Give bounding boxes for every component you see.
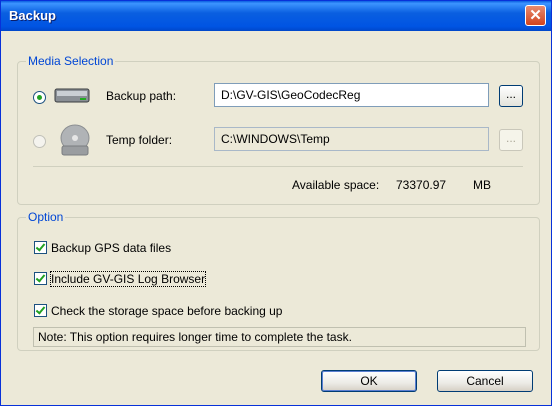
include-log-browser-label[interactable]: Include GV-GIS Log Browser: [49, 271, 207, 287]
check-storage-label[interactable]: Check the storage space before backing u…: [51, 304, 282, 318]
temp-folder-radio[interactable]: [33, 135, 46, 148]
include-log-browser-checkbox[interactable]: [34, 272, 47, 285]
media-selection-group: Media Selection Backup path: D:\GV-GIS\G…: [17, 54, 540, 205]
ok-button[interactable]: OK: [321, 370, 417, 392]
available-space-value: 73370.97: [396, 178, 447, 192]
backup-path-browse-button[interactable]: ...: [499, 85, 523, 107]
window-title: Backup: [9, 8, 56, 23]
backup-path-field[interactable]: D:\GV-GIS\GeoCodecReg: [214, 83, 489, 107]
available-space-unit: MB: [473, 178, 491, 192]
media-selection-legend: Media Selection: [26, 54, 116, 68]
close-button[interactable]: ✕: [525, 5, 546, 26]
temp-folder-label: Temp folder:: [106, 133, 173, 147]
backup-dialog: Backup ✕ Media Selection Backup path: D:…: [0, 0, 552, 406]
option-legend: Option: [26, 210, 66, 224]
backup-gps-checkbox[interactable]: [34, 241, 47, 254]
title-bar[interactable]: Backup ✕: [1, 1, 551, 31]
separator: [33, 166, 523, 167]
temp-folder-browse-button[interactable]: ...: [499, 129, 523, 151]
check-storage-checkbox[interactable]: [34, 304, 47, 317]
backup-path-radio[interactable]: [33, 91, 46, 104]
temp-folder-field[interactable]: C:\WINDOWS\Temp: [214, 127, 489, 151]
option-group: Option Backup GPS data files Include GV-…: [17, 210, 540, 351]
hard-drive-icon: [54, 88, 90, 103]
cancel-button[interactable]: Cancel: [437, 370, 533, 392]
option-note: Note: This option requires longer time t…: [33, 327, 526, 347]
backup-gps-label[interactable]: Backup GPS data files: [51, 241, 171, 255]
disc-drive-icon: [60, 124, 90, 156]
available-space-label: Available space:: [292, 178, 380, 192]
backup-path-label: Backup path:: [106, 89, 177, 103]
